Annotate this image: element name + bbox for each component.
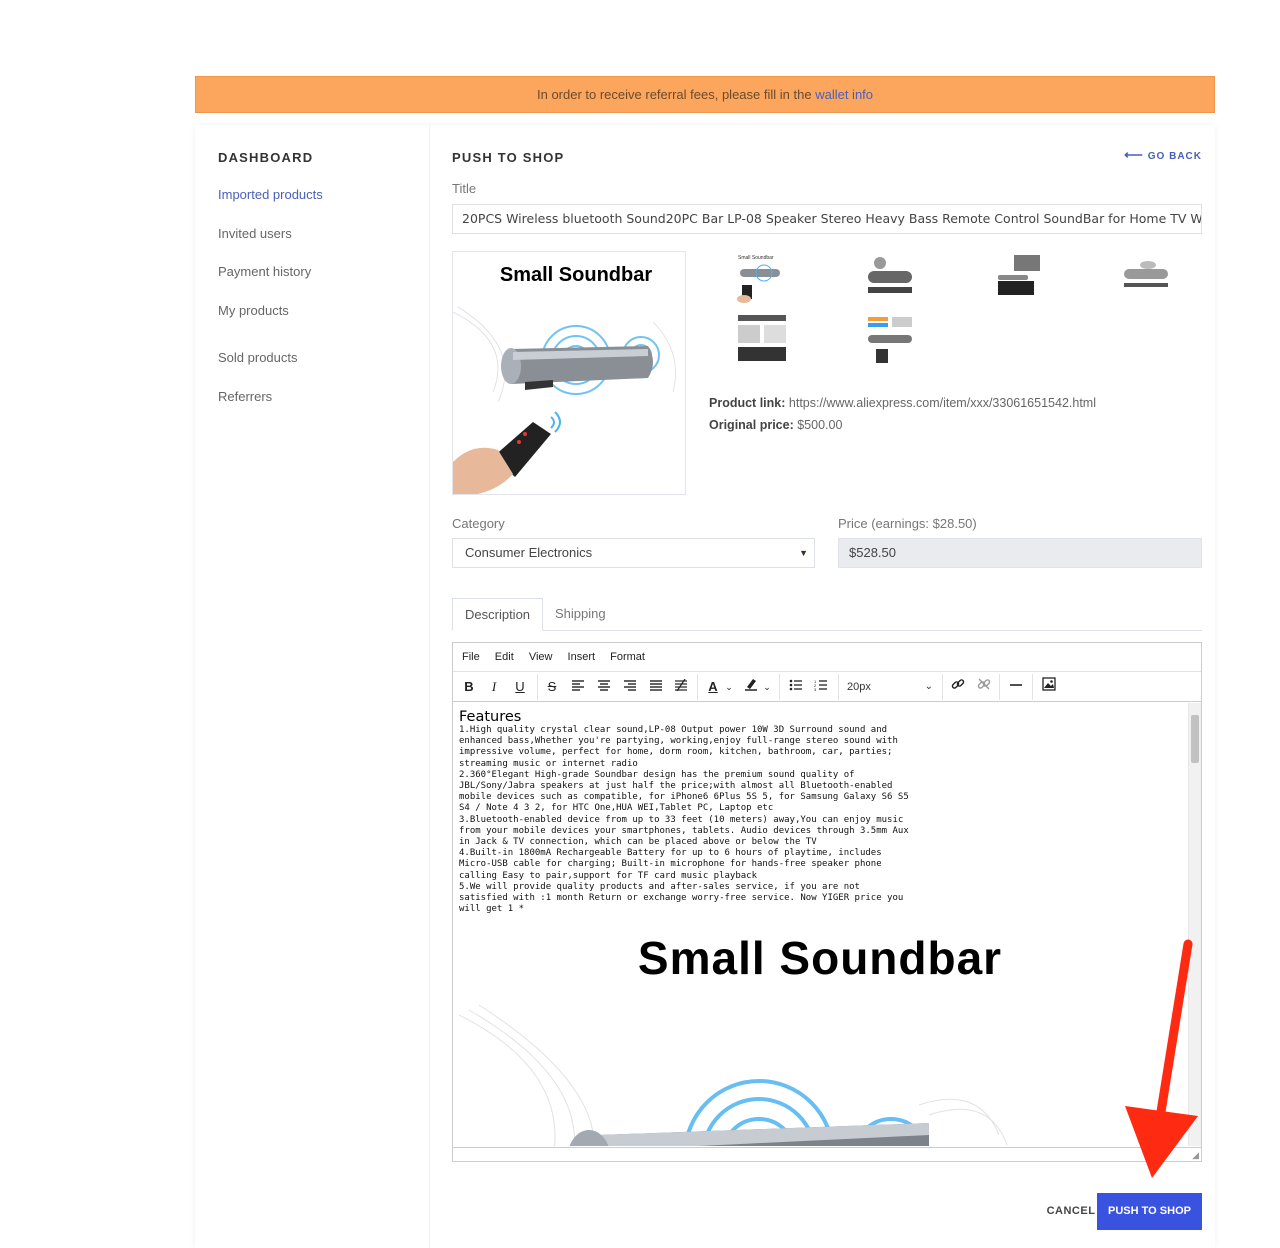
insert-image-icon[interactable] xyxy=(1039,677,1059,697)
tab-shipping[interactable]: Shipping xyxy=(543,598,618,631)
soundbar-image: Small Soundbar xyxy=(453,264,676,494)
feature-paragraph-5: 5.We will provide quality products and a… xyxy=(459,881,904,915)
align-left-icon[interactable] xyxy=(568,677,588,697)
svg-text:Small Soundbar: Small Soundbar xyxy=(738,255,774,261)
sidebar-title: DASHBOARD xyxy=(218,150,314,165)
menu-insert[interactable]: Insert xyxy=(568,651,596,663)
horizontal-line-icon[interactable] xyxy=(1006,677,1026,697)
title-input[interactable]: 20PCS Wireless bluetooth Sound20PC Bar L… xyxy=(452,204,1202,234)
clear-formatting-icon[interactable] xyxy=(671,677,691,697)
font-size-value: 20px xyxy=(847,681,871,693)
bullet-list-icon[interactable] xyxy=(786,677,806,697)
sidebar-item-sold-products[interactable]: Sold products xyxy=(218,350,298,365)
align-center-icon[interactable] xyxy=(594,677,614,697)
link-icon[interactable] xyxy=(948,677,968,697)
arrow-left-icon: ⟵ xyxy=(1124,147,1144,162)
menu-edit[interactable]: Edit xyxy=(495,651,514,663)
product-link-label: Product link: xyxy=(709,396,786,410)
description-shipping-tabs: Description Shipping xyxy=(452,598,1202,631)
feature-paragraph-4: 4.Built-in 1800mA Rechargeable Battery f… xyxy=(459,848,882,881)
unlink-icon[interactable] xyxy=(974,677,994,697)
text-color-icon[interactable]: A xyxy=(703,677,723,697)
category-value: Consumer Electronics xyxy=(465,545,593,560)
push-to-shop-button[interactable]: PUSH TO SHOP xyxy=(1097,1193,1202,1230)
product-thumbnail-4[interactable] xyxy=(1118,251,1174,307)
banner-text: In order to receive referral fees, pleas… xyxy=(536,87,812,102)
highlight-color-icon[interactable] xyxy=(741,677,761,697)
numbered-list-icon[interactable]: 123 xyxy=(811,677,831,697)
menu-format[interactable]: Format xyxy=(610,651,645,663)
feature-paragraph-3: 3.Bluetooth-enabled device from up to 33… xyxy=(459,814,909,848)
annotation-arrow-icon xyxy=(1125,939,1198,1178)
chevron-down-icon: ⌄ xyxy=(924,681,933,692)
product-thumbnail-6[interactable] xyxy=(862,313,918,369)
category-label: Category xyxy=(452,516,505,531)
font-size-select[interactable]: 20px ⌄ xyxy=(847,677,937,697)
chevron-down-icon[interactable]: ⌄ xyxy=(723,677,735,697)
cancel-button[interactable]: CANCEL xyxy=(1038,1193,1104,1230)
editor-menubar: File Edit View Insert Format xyxy=(453,643,1201,672)
wallet-info-link[interactable]: wallet info xyxy=(815,87,873,102)
menu-file[interactable]: File xyxy=(462,651,480,663)
go-back-link[interactable]: ⟵ GO BACK xyxy=(1124,147,1202,163)
feature-paragraph-1: 1.High quality crystal clear sound,LP-08… xyxy=(459,725,898,769)
go-back-label: GO BACK xyxy=(1147,151,1202,162)
image-caption-text: Small Soundbar xyxy=(500,264,652,286)
editor-statusbar: ◢ xyxy=(453,1147,1201,1161)
main-product-image: Small Soundbar xyxy=(452,251,686,495)
embedded-soundbar-image xyxy=(459,1005,1008,1146)
align-justify-icon[interactable] xyxy=(646,677,666,697)
page-title: PUSH TO SHOP xyxy=(452,150,565,165)
description-editor: File Edit View Insert Format B I U S A ⌄… xyxy=(452,642,1202,1162)
strikethrough-icon[interactable]: S xyxy=(542,677,562,697)
sidebar: DASHBOARD Imported products Invited user… xyxy=(195,125,430,1248)
product-thumbnail-2[interactable] xyxy=(862,251,918,307)
sidebar-item-invited-users[interactable]: Invited users xyxy=(218,226,292,241)
original-price-label: Original price: xyxy=(709,418,794,432)
editor-content[interactable]: Features 1.High quality crystal clear so… xyxy=(453,703,1187,1146)
category-select[interactable]: Consumer Electronics ▼ xyxy=(452,538,815,568)
sidebar-item-referrers[interactable]: Referrers xyxy=(218,389,272,404)
features-heading: Features xyxy=(459,709,522,725)
wallet-notice-banner: In order to receive referral fees, pleas… xyxy=(195,76,1215,113)
embedded-image-title: Small Soundbar xyxy=(637,932,1003,985)
feature-paragraph-2: 2.360°Elegant High-grade Soundbar design… xyxy=(459,769,909,814)
dashboard-panel: DASHBOARD Imported products Invited user… xyxy=(195,125,1215,1248)
scrollbar-thumb[interactable] xyxy=(1191,715,1199,763)
bold-icon[interactable]: B xyxy=(459,677,479,697)
tab-description[interactable]: Description xyxy=(452,598,544,631)
sidebar-item-my-products[interactable]: My products xyxy=(218,303,289,318)
align-right-icon[interactable] xyxy=(620,677,640,697)
original-price-value: $500.00 xyxy=(797,418,843,432)
product-thumbnail-5[interactable] xyxy=(734,313,790,369)
push-to-shop-form: PUSH TO SHOP ⟵ GO BACK Title 20PCS Wirele… xyxy=(452,125,1202,1248)
italic-icon[interactable]: I xyxy=(484,677,504,697)
editor-toolbar: B I U S A ⌄ ⌄ 1 2 3 20px ⌄ xyxy=(453,672,1201,702)
sidebar-item-imported-products[interactable]: Imported products xyxy=(218,187,323,202)
product-link-row: Product link: https://www.aliexpress.com… xyxy=(709,396,1096,410)
product-thumbnail-3[interactable] xyxy=(990,251,1046,307)
product-thumbnail-1[interactable]: Small Soundbar xyxy=(734,251,790,307)
menu-view[interactable]: View xyxy=(529,651,553,663)
sidebar-item-payment-history[interactable]: Payment history xyxy=(218,264,311,279)
chevron-down-icon[interactable]: ⌄ xyxy=(761,677,773,697)
original-price-row: Original price: $500.00 xyxy=(709,418,842,432)
svg-text:3: 3 xyxy=(814,687,817,691)
title-label: Title xyxy=(452,181,477,196)
product-link-value[interactable]: https://www.aliexpress.com/item/xxx/3306… xyxy=(789,396,1096,410)
dropdown-caret-icon: ▼ xyxy=(799,548,808,558)
price-input[interactable]: $528.50 xyxy=(838,538,1202,568)
price-label: Price (earnings: $28.50) xyxy=(838,516,977,531)
underline-icon[interactable]: U xyxy=(510,677,530,697)
